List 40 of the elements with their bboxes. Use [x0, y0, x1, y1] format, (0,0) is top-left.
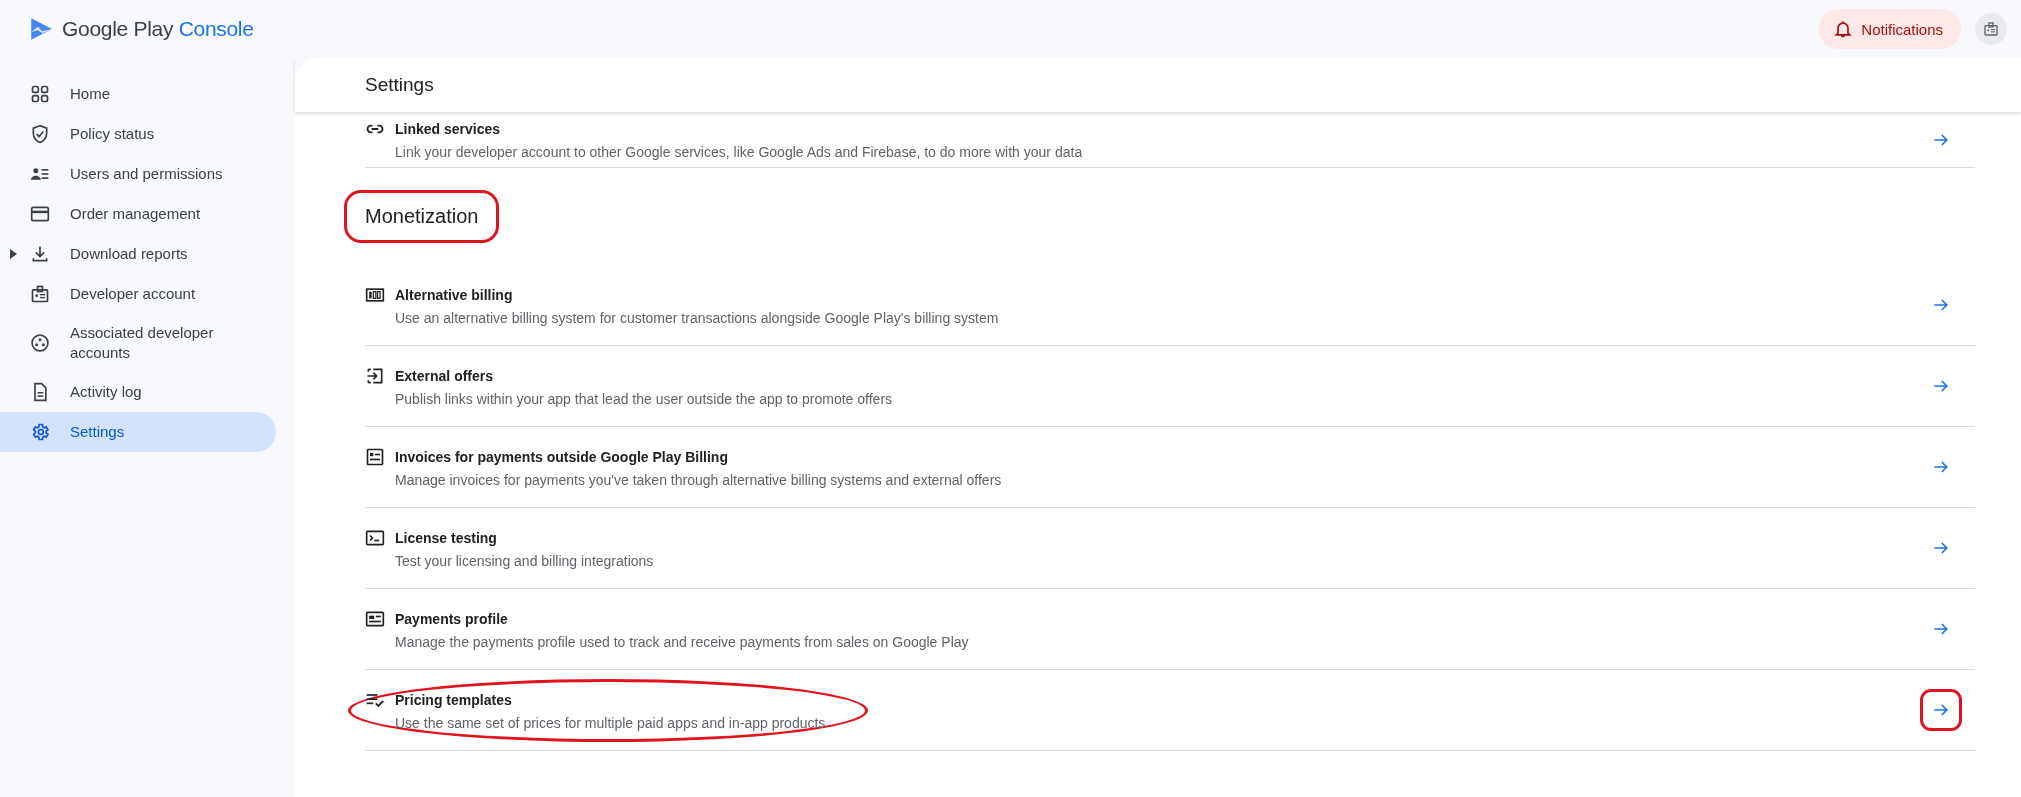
setting-description: Use the same set of prices for multiple paid apps and in-app products [394, 714, 826, 731]
id-badge-icon [30, 284, 50, 304]
setting-title: Linked services [395, 121, 501, 137]
setting-description: Link your developer account to other Google services, like Google Ads and Firebase, to do more with your data [394, 144, 1083, 160]
setting-description: Test your licensing and billing integrations [394, 552, 654, 569]
settings-icon [30, 422, 50, 442]
setting-description: Publish links within your app that lead the user outside the app to promote offers [394, 390, 893, 407]
sidebar-item[interactable]: Settings [0, 412, 276, 452]
id-badge-icon [1983, 21, 1999, 37]
section-heading: Monetization [347, 193, 497, 240]
sidebar-item[interactable]: Developer account [0, 274, 276, 314]
sidebar-item[interactable]: Policy status [0, 114, 276, 154]
sidebar-item[interactable]: Activity log [0, 372, 276, 412]
download-icon [30, 244, 50, 264]
shield-check-icon [30, 124, 50, 144]
bell-icon [1833, 19, 1854, 39]
sidebar-item[interactable]: Download reports [0, 234, 276, 274]
play-logo-icon [28, 16, 54, 42]
card-icon [30, 204, 50, 224]
setting-title: External offers [395, 367, 494, 384]
sidebar-item[interactable]: Order management [0, 194, 276, 234]
sidebar-item[interactable]: Associated developer accounts [0, 314, 276, 372]
setting-title: Alternative billing [395, 286, 513, 303]
page-title: Settings [365, 74, 434, 96]
account-button[interactable] [1975, 13, 2007, 45]
sidebar-item[interactable]: Home [0, 74, 276, 114]
setting-title: Pricing templates [395, 691, 512, 708]
setting-title: Invoices for payments outside Google Play Billing [395, 448, 728, 465]
arrow-button[interactable] [1923, 692, 1959, 728]
list-box-icon [365, 446, 385, 467]
setting-description: Manage invoices for payments you've taken through alternative billing systems and external offers [394, 471, 1002, 488]
sidebar-item[interactable]: Users and permissions [0, 154, 276, 194]
grid-icon [30, 84, 50, 104]
logo-text: Google Play Console [62, 17, 254, 41]
circle-dots-icon [30, 333, 50, 353]
setting-description: Use an alternative billing system for customer transactions alongside Google Play's billing system [394, 309, 999, 326]
notifications-button[interactable]: Notifications [1819, 9, 1961, 49]
setting-description: Manage the payments profile used to track and receive payments from sales on Google Play [394, 633, 969, 650]
setting-title: License testing [395, 529, 497, 546]
setting-title: Payments profile [395, 610, 508, 627]
